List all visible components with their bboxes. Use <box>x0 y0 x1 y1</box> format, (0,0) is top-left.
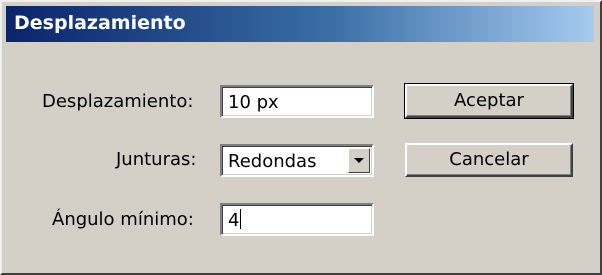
joins-value: Redondas <box>228 151 317 172</box>
min-angle-label: Ángulo mínimo: <box>52 209 194 230</box>
joins-label: Junturas: <box>116 149 197 170</box>
offset-label: Desplazamiento: <box>42 91 194 112</box>
offset-input[interactable]: 10 px <box>220 85 374 118</box>
joins-select[interactable]: Redondas <box>220 144 374 177</box>
text-caret <box>240 209 242 229</box>
offset-dialog: Desplazamiento Desplazamiento: 10 px Jun… <box>0 0 602 275</box>
dialog-title: Desplazamiento <box>14 12 186 34</box>
min-angle-value: 4 <box>228 209 242 231</box>
chevron-down-icon[interactable] <box>348 148 370 173</box>
title-bar[interactable]: Desplazamiento <box>6 6 594 42</box>
offset-value: 10 px <box>228 92 279 113</box>
min-angle-input[interactable]: 4 <box>220 203 374 236</box>
accept-button[interactable]: Aceptar <box>404 83 574 119</box>
cancel-button[interactable]: Cancelar <box>405 143 573 177</box>
